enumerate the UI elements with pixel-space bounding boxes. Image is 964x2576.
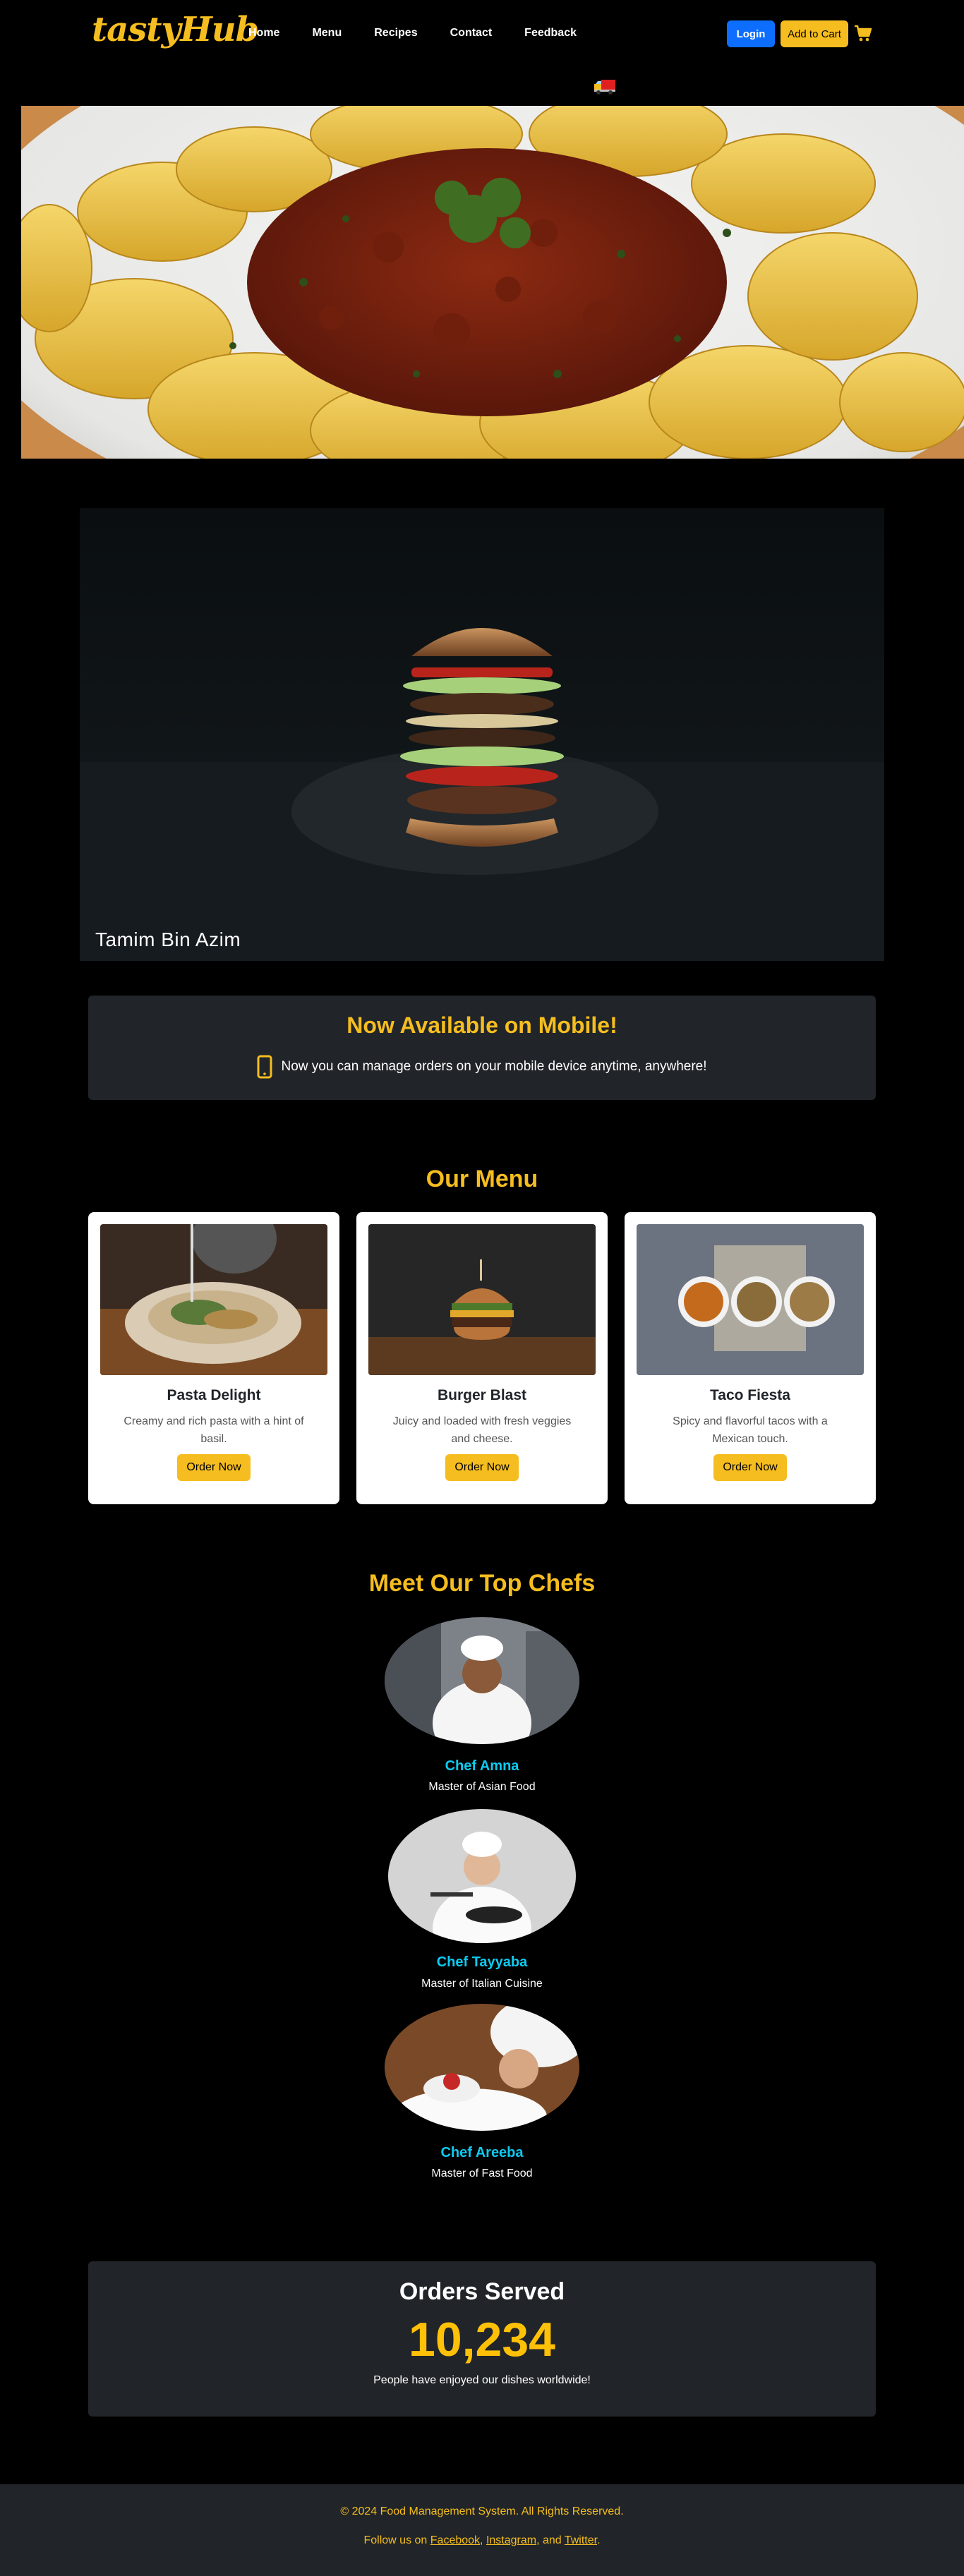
menu-item-description: Juicy and loaded with fresh veggies and …	[392, 1415, 572, 1445]
chef-name: Chef Amna	[445, 1758, 519, 1774]
chefs-title: Meet Our Top Chefs	[368, 1570, 596, 1597]
shopping-cart-icon[interactable]	[854, 24, 872, 42]
mobile-line: Now you can manage orders on your mobile…	[88, 1055, 876, 1079]
delivery-truck-icon	[594, 80, 615, 95]
menu-card-taco: Taco Fiesta Spicy and flavorful tacos wi…	[625, 1212, 876, 1504]
hero-pasta-image	[21, 106, 964, 459]
chef-role: Master of Asian Food	[428, 1781, 536, 1793]
menu-card-pasta: Pasta Delight Creamy and rich pasta with…	[88, 1212, 339, 1504]
chef-name: Chef Tayyaba	[436, 1954, 528, 1970]
order-now-button[interactable]: Order Now	[445, 1454, 519, 1481]
twitter-link[interactable]: Twitter	[565, 2534, 597, 2546]
chef-areeba-photo	[385, 2004, 579, 2131]
nav-link-menu[interactable]: Menu	[312, 27, 342, 40]
chef-tayyaba-photo	[388, 1809, 576, 1943]
order-now-button[interactable]: Order Now	[713, 1454, 787, 1481]
login-button[interactable]: Login	[727, 20, 775, 47]
chef-role: Master of Fast Food	[431, 2167, 533, 2179]
mobile-title: Now Available on Mobile!	[347, 1012, 617, 1038]
mobile-availability-panel: Now Available on Mobile! Now you can man…	[88, 996, 876, 1100]
facebook-link[interactable]: Facebook	[430, 2534, 480, 2546]
separator: .	[597, 2534, 601, 2546]
menu-item-description: Spicy and flavorful tacos with a Mexican…	[673, 1415, 828, 1445]
pasta-image	[100, 1224, 327, 1375]
burger-banner-image: Tamim Bin Azim	[80, 508, 884, 961]
navbar: tastyHub Home Menu Recipes Contact Feedb…	[0, 0, 964, 71]
taco-image	[637, 1224, 864, 1375]
menu-item-name: Burger Blast	[437, 1387, 527, 1403]
banner-caption: Tamim Bin Azim	[95, 929, 241, 950]
order-now-button[interactable]: Order Now	[177, 1454, 251, 1481]
menu-card-burger: Burger Blast Juicy and loaded with fresh…	[356, 1212, 608, 1504]
orders-text: People have enjoyed our dishes worldwide…	[373, 2374, 591, 2386]
separator: , and	[536, 2534, 562, 2546]
nav-links: Home Menu Recipes Contact Feedback	[248, 27, 609, 40]
mobile-text: Now you can manage orders on your mobile…	[281, 1059, 707, 1074]
footer-follow: Follow us on Facebook, Instagram, and Tw…	[0, 2534, 964, 2547]
orders-served-panel: Orders Served 10,234 People have enjoyed…	[88, 2261, 876, 2417]
footer-copyright: © 2024 Food Management System. All Right…	[340, 2505, 624, 2517]
chef-role: Master of Italian Cuisine	[421, 1978, 543, 1990]
menu-item-name: Taco Fiesta	[710, 1387, 790, 1403]
menu-item-name: Pasta Delight	[167, 1387, 261, 1403]
menu-item-description: Creamy and rich pasta with a hint of bas…	[123, 1415, 304, 1445]
menu-title: Our Menu	[426, 1166, 538, 1192]
separator: ,	[480, 2534, 483, 2546]
instagram-link[interactable]: Instagram	[486, 2534, 536, 2546]
mobile-phone-icon	[257, 1055, 272, 1079]
nav-link-feedback[interactable]: Feedback	[524, 27, 577, 40]
nav-link-home[interactable]: Home	[248, 27, 279, 40]
chef-name: Chef Areeba	[440, 2145, 524, 2160]
burger-image	[368, 1224, 596, 1375]
follow-prefix: Follow us on	[363, 2534, 428, 2546]
brand-logo[interactable]: tastyHub	[92, 10, 259, 49]
chef-amna-photo	[385, 1617, 579, 1744]
add-to-cart-button[interactable]: Add to Cart	[781, 20, 848, 47]
orders-title: Orders Served	[399, 2278, 565, 2305]
footer: © 2024 Food Management System. All Right…	[0, 2484, 964, 2576]
nav-link-recipes[interactable]: Recipes	[374, 27, 417, 40]
orders-count: 10,234	[409, 2313, 555, 2366]
nav-link-contact[interactable]: Contact	[450, 27, 493, 40]
